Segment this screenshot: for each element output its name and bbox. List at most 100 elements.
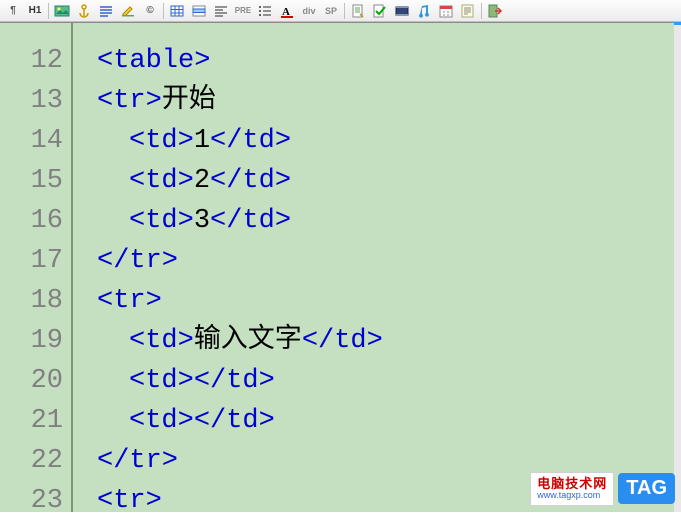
code-tag: </td> xyxy=(194,366,275,396)
image-icon[interactable] xyxy=(51,1,73,21)
code-line[interactable]: <td>输入文字</td> xyxy=(97,321,681,361)
code-tag: </td> xyxy=(302,326,383,356)
line-number: 20 xyxy=(0,361,63,401)
table-icon xyxy=(169,3,185,19)
code-tag: </td> xyxy=(210,206,291,236)
code-line[interactable]: <td></td> xyxy=(97,401,681,441)
code-text: 开始 xyxy=(162,86,216,116)
watermark-text: 电脑技术网 www.tagxp.com xyxy=(530,472,614,506)
lines-icon xyxy=(98,3,114,19)
lines-icon[interactable] xyxy=(95,1,117,21)
watermark-title: 电脑技术网 xyxy=(537,477,607,491)
code-tag: <td> xyxy=(129,366,194,396)
music-icon[interactable] xyxy=(413,1,435,21)
code-tag: <tr> xyxy=(97,86,162,116)
code-text: 3 xyxy=(194,206,210,236)
table-icon[interactable] xyxy=(166,1,188,21)
code-line[interactable]: <td>1</td> xyxy=(97,121,681,161)
paragraph-icon-label: ¶ xyxy=(10,5,16,16)
scrollbar-track[interactable] xyxy=(674,22,681,512)
line-number: 15 xyxy=(0,161,63,201)
anchor-icon xyxy=(76,3,92,19)
doc-icon xyxy=(350,3,366,19)
line-number: 13 xyxy=(0,81,63,121)
pre-icon[interactable]: PRE xyxy=(232,1,254,21)
video-icon xyxy=(394,3,410,19)
sp-icon[interactable]: SP xyxy=(320,1,342,21)
h1-icon[interactable]: H1 xyxy=(24,1,46,21)
line-number: 23 xyxy=(0,481,63,521)
code-tag: <td> xyxy=(129,166,194,196)
paragraph-icon[interactable]: ¶ xyxy=(2,1,24,21)
editor: 121314151617181920212223 <table><tr>开始<t… xyxy=(0,22,681,512)
copyright-icon[interactable]: © xyxy=(139,1,161,21)
check-icon xyxy=(372,3,388,19)
cal-icon xyxy=(438,3,454,19)
div-icon-label: div xyxy=(302,6,315,16)
line-number: 19 xyxy=(0,321,63,361)
font-icon: A xyxy=(279,3,295,19)
anchor-icon[interactable] xyxy=(73,1,95,21)
toolbar-separator xyxy=(344,3,345,19)
pre-icon-label: PRE xyxy=(235,6,251,15)
font-icon[interactable]: A xyxy=(276,1,298,21)
line-number: 14 xyxy=(0,121,63,161)
div-icon[interactable]: div xyxy=(298,1,320,21)
watermark-badge: TAG xyxy=(618,473,675,504)
code-tag: <td> xyxy=(129,126,194,156)
code-text: 2 xyxy=(194,166,210,196)
cal-icon[interactable] xyxy=(435,1,457,21)
h1-icon-label: H1 xyxy=(29,5,42,16)
code-area[interactable]: <table><tr>开始<td>1</td><td>2</td><td>3</… xyxy=(73,23,681,512)
check-icon[interactable] xyxy=(369,1,391,21)
code-tag: <tr> xyxy=(97,486,162,512)
code-text: 输入文字 xyxy=(194,326,302,356)
line-number: 16 xyxy=(0,201,63,241)
list-icon xyxy=(257,3,273,19)
code-line[interactable]: <tr>开始 xyxy=(97,81,681,121)
row-icon xyxy=(191,3,207,19)
toolbar-separator xyxy=(481,3,482,19)
line-number: 18 xyxy=(0,281,63,321)
sp-icon-label: SP xyxy=(325,6,337,16)
code-tag: </td> xyxy=(194,406,275,436)
toolbar-separator xyxy=(163,3,164,19)
code-tag: </tr> xyxy=(97,446,178,476)
code-line[interactable]: </tr> xyxy=(97,241,681,281)
code-tag: <tr> xyxy=(97,286,162,316)
toolbar: ¶ H1 © PRE Adiv SP xyxy=(0,0,681,22)
video-icon[interactable] xyxy=(391,1,413,21)
code-tag: <td> xyxy=(129,326,194,356)
music-icon xyxy=(416,3,432,19)
code-tag: <td> xyxy=(129,406,194,436)
code-line[interactable]: <td>3</td> xyxy=(97,201,681,241)
toolbar-separator xyxy=(48,3,49,19)
note-icon xyxy=(460,3,476,19)
align-icon xyxy=(213,3,229,19)
list-icon[interactable] xyxy=(254,1,276,21)
align-icon[interactable] xyxy=(210,1,232,21)
line-number: 21 xyxy=(0,401,63,441)
code-line[interactable]: <tr> xyxy=(97,281,681,321)
note-icon[interactable] xyxy=(457,1,479,21)
code-tag: </td> xyxy=(210,126,291,156)
line-number: 12 xyxy=(0,41,63,81)
exit-icon[interactable] xyxy=(484,1,506,21)
image-icon xyxy=(54,3,70,19)
watermark: 电脑技术网 www.tagxp.com TAG xyxy=(530,472,675,506)
code-tag: </tr> xyxy=(97,246,178,276)
code-line[interactable]: <table> xyxy=(97,41,681,81)
doc-icon[interactable] xyxy=(347,1,369,21)
code-tag: <table> xyxy=(97,46,210,76)
edit-icon xyxy=(120,3,136,19)
code-tag: <td> xyxy=(129,206,194,236)
row-icon[interactable] xyxy=(188,1,210,21)
code-text: 1 xyxy=(194,126,210,156)
line-number: 17 xyxy=(0,241,63,281)
code-line[interactable]: <td>2</td> xyxy=(97,161,681,201)
edit-icon[interactable] xyxy=(117,1,139,21)
code-tag: </td> xyxy=(210,166,291,196)
code-line[interactable]: <td></td> xyxy=(97,361,681,401)
watermark-url: www.tagxp.com xyxy=(537,491,607,501)
line-number-gutter: 121314151617181920212223 xyxy=(0,23,73,512)
